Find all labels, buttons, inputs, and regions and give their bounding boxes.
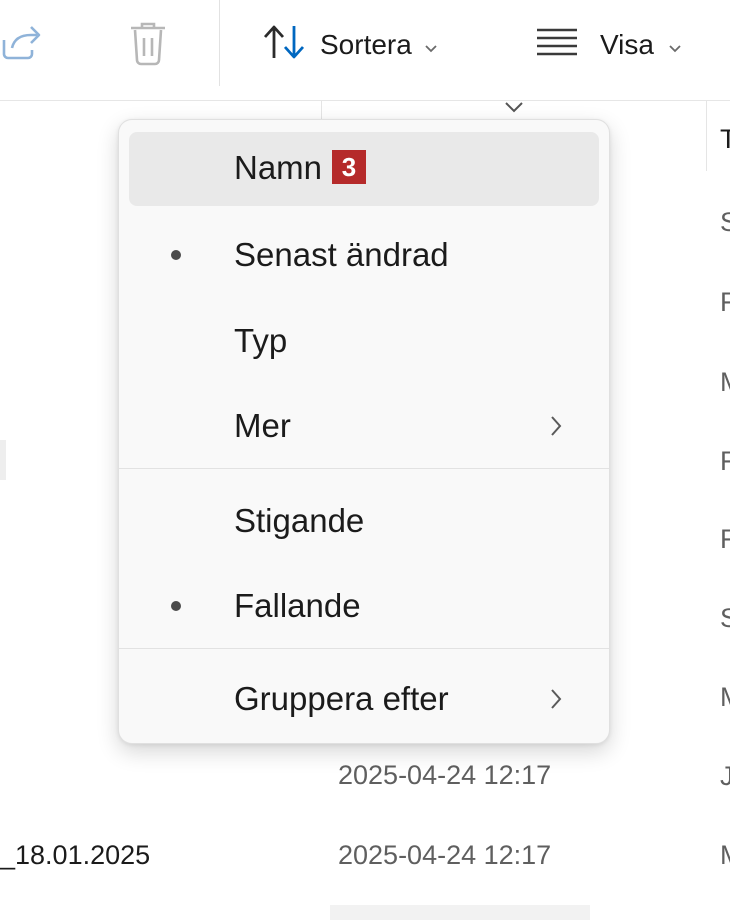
trash-icon[interactable]: [127, 18, 169, 73]
menu-item-label: Gruppera efter: [234, 680, 449, 717]
selected-bullet-icon: [171, 250, 181, 260]
command-bar: Sortera Visa: [0, 0, 730, 101]
sort-arrows-icon: [262, 22, 308, 69]
menu-divider: [119, 468, 609, 469]
type-cell: F: [720, 287, 730, 317]
menu-divider: [119, 648, 609, 649]
menu-item-label: Fallande: [234, 587, 361, 624]
date-modified-cell: 2025-04-24 12:17: [338, 760, 552, 790]
type-cell: M: [720, 682, 730, 713]
type-cell: F: [720, 524, 730, 554]
type-cell: M: [720, 367, 730, 398]
file-name-cell: _18.01.2025: [0, 840, 151, 870]
menu-item-label: Mer: [234, 407, 291, 444]
chevron-down-icon: [424, 29, 438, 61]
menu-item-date-modified[interactable]: Senast ändrad: [129, 219, 599, 293]
menu-item-descending[interactable]: Fallande: [129, 570, 599, 644]
row-hover-fragment: [330, 905, 590, 920]
sort-indicator-chevron-icon: [503, 100, 525, 119]
column-divider: [706, 101, 707, 171]
menu-item-ascending[interactable]: Stigande: [129, 485, 599, 559]
type-cell: S: [720, 207, 730, 237]
sort-label: Sortera: [320, 29, 412, 60]
menu-item-group-by[interactable]: Gruppera efter: [129, 663, 599, 737]
type-cell: S: [720, 603, 730, 633]
chevron-right-icon: [549, 414, 563, 443]
type-cell: T: [720, 124, 730, 154]
date-modified-cell: 2025-04-24 12:17: [338, 840, 552, 870]
menu-item-label: Namn 3: [234, 149, 367, 187]
sort-button[interactable]: Sortera: [262, 22, 438, 68]
menu-item-label: Stigande: [234, 502, 365, 539]
view-label: Visa: [600, 29, 654, 60]
toolbar-divider: [219, 0, 220, 86]
menu-item-more[interactable]: Mer: [129, 390, 599, 464]
chevron-down-icon: [668, 29, 682, 61]
menu-item-name-label: Namn: [234, 149, 323, 186]
menu-item-label: Senast ändrad: [234, 236, 449, 273]
view-button[interactable]: Visa: [536, 22, 682, 68]
chevron-right-icon: [549, 687, 563, 716]
menu-item-name[interactable]: Namn 3: [129, 132, 599, 206]
lines-icon: [536, 26, 578, 65]
menu-item-type[interactable]: Typ: [129, 305, 599, 379]
menu-item-label: Typ: [234, 322, 288, 359]
type-cell: M: [720, 840, 730, 871]
type-cell: F: [720, 446, 730, 476]
type-cell: J: [720, 761, 730, 791]
sort-menu: Namn 3 Senast ändrad Typ Mer Stigande Fal…: [118, 119, 610, 744]
row-selection-fragment: [0, 440, 6, 480]
step-badge: 3: [332, 150, 367, 184]
share-icon[interactable]: [0, 18, 44, 73]
selected-bullet-icon: [171, 601, 181, 611]
